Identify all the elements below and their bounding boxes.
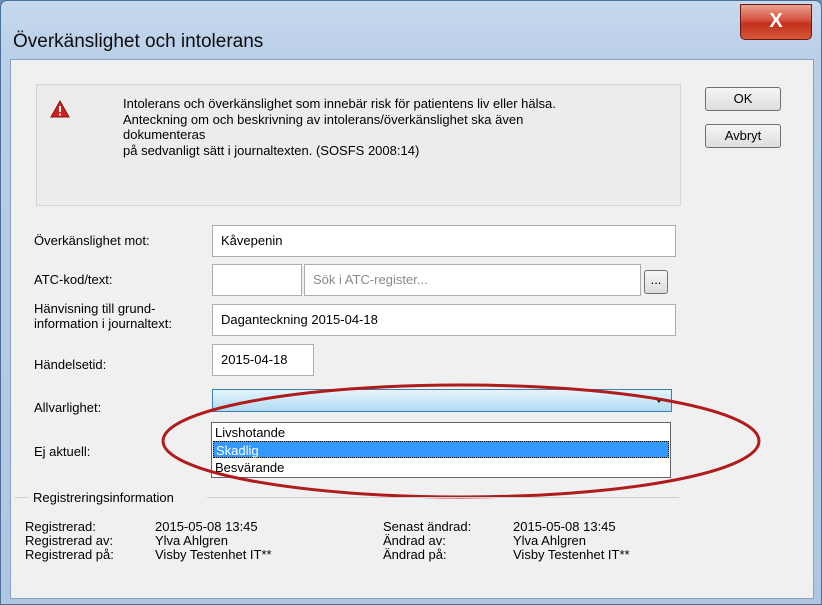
andrad-av-label: Ändrad av:	[383, 533, 446, 548]
dropdown-option-livshotande[interactable]: Livshotande	[213, 424, 669, 441]
allvarlighet-dropdown-list: Livshotande Skadlig Besvärande	[211, 422, 671, 478]
dropdown-option-skadlig[interactable]: Skadlig	[213, 441, 669, 458]
close-button[interactable]: X	[740, 4, 812, 40]
group-divider	[15, 497, 29, 498]
hanvisning-input[interactable]: Daganteckning 2015-04-18	[212, 304, 676, 336]
title-bar[interactable]: Överkänslighet och intolerans X	[1, 1, 821, 59]
handelsetid-label: Händelsetid:	[34, 357, 107, 372]
warning-text-line: på sedvanligt sätt i journaltexten. (SOS…	[123, 143, 420, 158]
ej-aktuell-label: Ej aktuell:	[34, 444, 91, 459]
handelsetid-input[interactable]: 2015-04-18	[212, 344, 314, 376]
dropdown-option-besvarande[interactable]: Besvärande	[213, 459, 669, 476]
chevron-down-icon[interactable]	[655, 398, 663, 403]
warning-text-line: dokumenteras	[123, 127, 206, 142]
warning-icon	[50, 100, 70, 118]
andrad-pa-value: Visby Testenhet IT**	[513, 547, 630, 562]
warning-text-line: Anteckning om och beskrivning av intoler…	[123, 112, 524, 127]
atc-code-input[interactable]	[212, 264, 302, 296]
registrerad-value: 2015-05-08 13:45	[155, 519, 258, 534]
atc-browse-button[interactable]: ...	[644, 270, 668, 294]
andrad-pa-label: Ändrad på:	[383, 547, 447, 562]
hanvisning-label-line1: Hänvisning till grund-	[34, 301, 156, 316]
registrerad-label: Registrerad:	[25, 519, 96, 534]
warning-text-line: Intolerans och överkänslighet som innebä…	[123, 96, 556, 111]
group-divider	[207, 497, 679, 498]
atc-search-input[interactable]: Sök i ATC-register...	[304, 264, 641, 296]
hanvisning-label-line2: information i journaltext:	[34, 316, 173, 331]
ok-button[interactable]: OK	[705, 87, 781, 111]
senast-andrad-label: Senast ändrad:	[383, 519, 472, 534]
warning-panel: Intolerans och överkänslighet som innebä…	[36, 84, 681, 206]
atc-label: ATC-kod/text:	[34, 272, 113, 287]
registrerad-pa-value: Visby Testenhet IT**	[155, 547, 272, 562]
registration-group-title: Registreringsinformation	[33, 490, 174, 505]
overkanslighet-label: Överkänslighet mot:	[34, 233, 150, 248]
registrerad-av-value: Ylva Ahlgren	[155, 533, 228, 548]
allvarlighet-select[interactable]	[212, 389, 672, 412]
cancel-button[interactable]: Avbryt	[705, 124, 781, 148]
dialog-window: Överkänslighet och intolerans X Intolera…	[0, 0, 822, 605]
registrerad-av-label: Registrerad av:	[25, 533, 114, 548]
window-title: Överkänslighet och intolerans	[13, 31, 264, 52]
dialog-body: Intolerans och överkänslighet som innebä…	[10, 59, 814, 599]
overkanslighet-input[interactable]: Kåvepenin	[212, 225, 676, 257]
allvarlighet-label: Allvarlighet:	[34, 400, 102, 415]
senast-andrad-value: 2015-05-08 13:45	[513, 519, 616, 534]
andrad-av-value: Ylva Ahlgren	[513, 533, 586, 548]
registrerad-pa-label: Registrerad på:	[25, 547, 114, 562]
